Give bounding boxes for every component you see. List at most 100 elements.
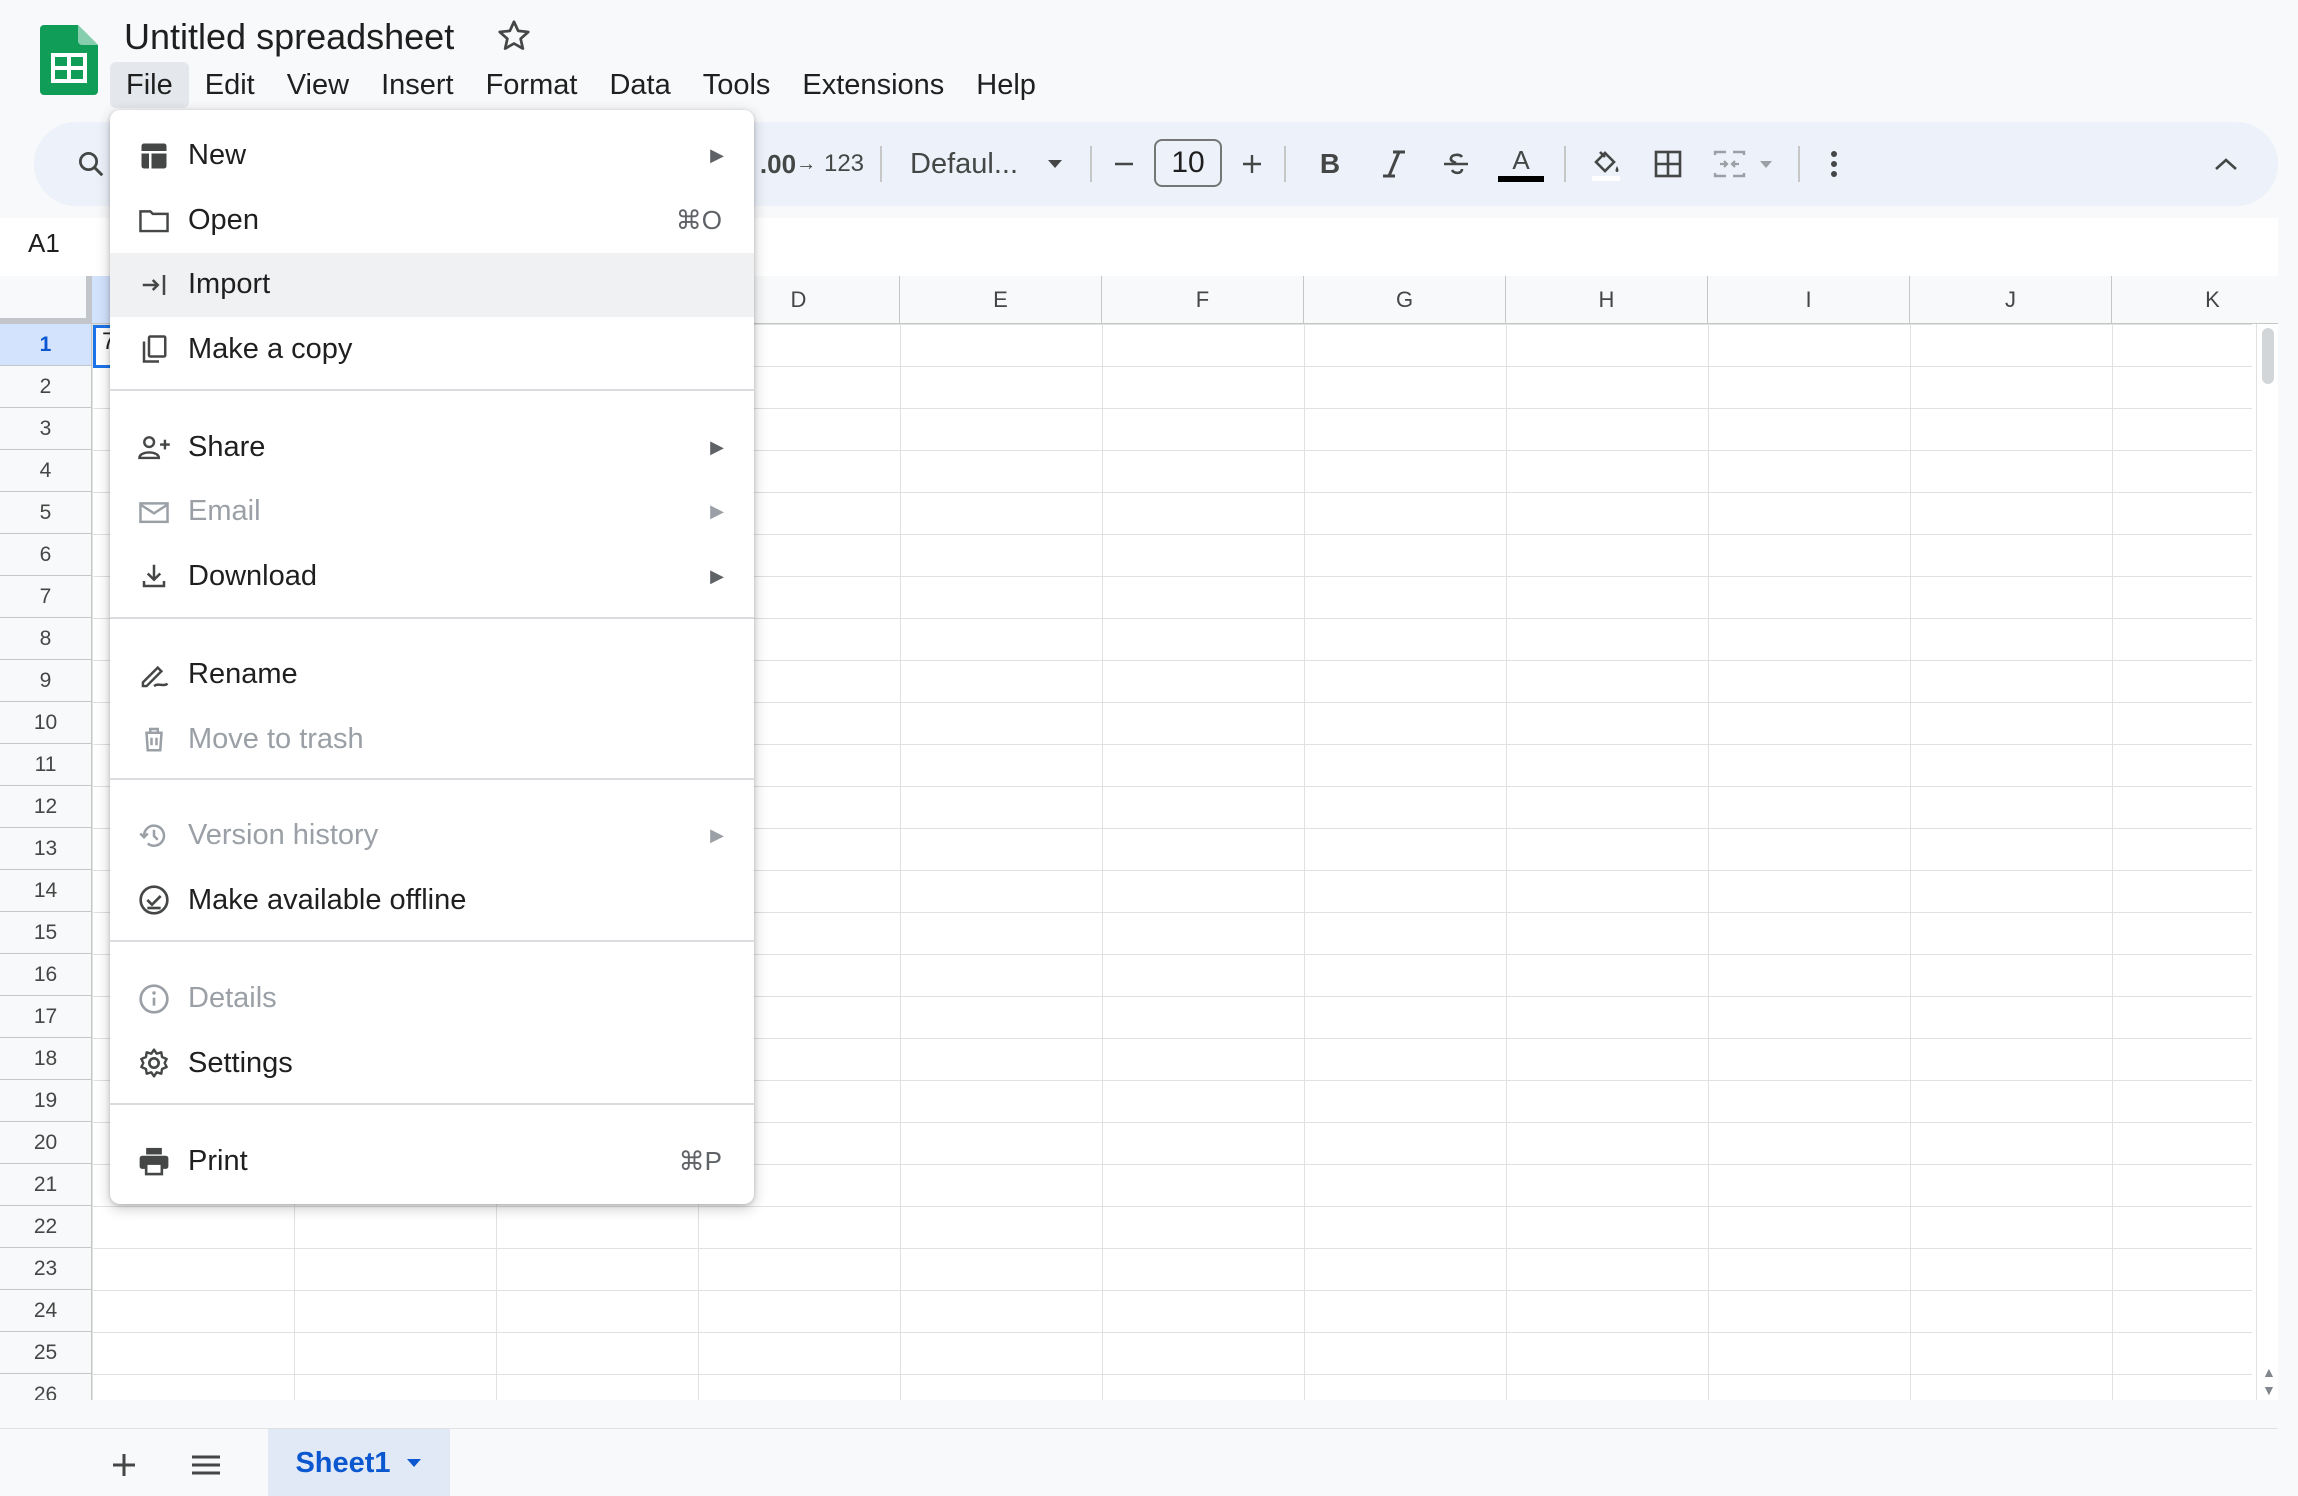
row-header-23[interactable]: 23 (0, 1248, 92, 1290)
name-box[interactable]: A1 (28, 228, 60, 259)
row-header-9[interactable]: 9 (0, 660, 92, 702)
file-menu-item-label: Import (188, 268, 271, 301)
person-add-icon (136, 429, 172, 465)
merge-cells-icon[interactable] (1710, 143, 1780, 185)
file-menu-item-email: Email ▶ (110, 480, 754, 544)
download-icon (136, 558, 172, 594)
submenu-arrow-icon: ▶ (710, 501, 724, 522)
file-menu-item-import[interactable]: Import (110, 252, 754, 317)
scroll-up-icon[interactable]: ▲ (2262, 1364, 2276, 1380)
scroll-down-icon[interactable]: ▼ (2262, 1382, 2276, 1398)
menu-data[interactable]: Data (593, 62, 686, 108)
row-header-12[interactable]: 12 (0, 786, 92, 828)
column-header-h[interactable]: H (1506, 276, 1708, 324)
row-header-15[interactable]: 15 (0, 912, 92, 954)
mail-icon (136, 494, 172, 530)
file-menu-item-open[interactable]: Open ⌘O (110, 188, 754, 252)
vertical-scroll-thumb[interactable] (2262, 328, 2274, 384)
file-menu-item-label: Version history (188, 819, 379, 852)
column-header-k[interactable]: K (2112, 276, 2278, 324)
row-header-18[interactable]: 18 (0, 1038, 92, 1080)
toolbar-divider (1284, 146, 1286, 182)
row-header-6[interactable]: 6 (0, 534, 92, 576)
add-sheet-icon[interactable] (104, 1445, 144, 1485)
row-header-4[interactable]: 4 (0, 450, 92, 492)
document-title[interactable]: Untitled spreadsheet (124, 16, 454, 58)
file-menu-item-print[interactable]: Print ⌘P (110, 1129, 754, 1193)
row-header-26[interactable]: 26 (0, 1374, 92, 1400)
row-header-11[interactable]: 11 (0, 744, 92, 786)
sheet-tab-caret-icon[interactable] (405, 1457, 423, 1469)
file-menu-item-make-available-offline[interactable]: Make available offline (110, 868, 754, 932)
number-format-button[interactable]: 123 (816, 143, 872, 185)
file-menu-item-label: New (188, 139, 247, 172)
increase-decimal-button[interactable]: .00 → (756, 143, 820, 185)
file-menu-dropdown: New ▶ Open ⌘O Import Make a copy Share ▶ Email ▶ D… (110, 110, 754, 1204)
row-header-8[interactable]: 8 (0, 618, 92, 660)
menu-tools[interactable]: Tools (687, 62, 787, 108)
star-icon[interactable] (496, 18, 532, 54)
menu-extensions[interactable]: Extensions (786, 62, 960, 108)
font-dropdown-caret-icon[interactable] (1040, 143, 1070, 185)
column-header-e[interactable]: E (900, 276, 1102, 324)
menu-help[interactable]: Help (960, 62, 1052, 108)
toolbar-divider (1090, 146, 1092, 182)
row-header-21[interactable]: 21 (0, 1164, 92, 1206)
row-header-10[interactable]: 10 (0, 702, 92, 744)
row-header-5[interactable]: 5 (0, 492, 92, 534)
column-header-f[interactable]: F (1102, 276, 1304, 324)
search-menus-icon[interactable] (70, 143, 112, 185)
column-header-g[interactable]: G (1304, 276, 1506, 324)
file-menu-item-label: Email (188, 495, 261, 528)
folder-icon (136, 202, 172, 238)
row-header-22[interactable]: 22 (0, 1206, 92, 1248)
collapse-toolbar-icon[interactable] (2206, 143, 2246, 185)
all-sheets-menu-icon[interactable] (186, 1445, 226, 1485)
strikethrough-icon[interactable] (1436, 143, 1476, 185)
row-header-2[interactable]: 2 (0, 366, 92, 408)
file-menu-item-settings[interactable]: Settings (110, 1031, 754, 1095)
row-header-16[interactable]: 16 (0, 954, 92, 996)
font-family-select[interactable]: Defaul... (910, 142, 1018, 186)
select-all-corner[interactable] (0, 276, 92, 324)
menu-view[interactable]: View (271, 62, 365, 108)
vertical-scrollbar[interactable]: ▲ ▼ (2256, 324, 2278, 1400)
sheet-tab[interactable]: Sheet1 (268, 1429, 450, 1496)
row-header-19[interactable]: 19 (0, 1080, 92, 1122)
italic-icon[interactable] (1374, 143, 1414, 185)
decrease-font-size-icon[interactable] (1104, 143, 1144, 185)
text-color-button[interactable]: A (1494, 143, 1548, 185)
menu-edit[interactable]: Edit (189, 62, 271, 108)
file-menu-item-label: Print (188, 1144, 248, 1177)
bold-icon[interactable]: B (1310, 143, 1350, 185)
row-header-17[interactable]: 17 (0, 996, 92, 1038)
row-header-7[interactable]: 7 (0, 576, 92, 618)
menu-format[interactable]: Format (470, 62, 594, 108)
borders-icon[interactable] (1646, 143, 1690, 185)
arrow-right-icon: → (796, 152, 817, 175)
row-header-3[interactable]: 3 (0, 408, 92, 450)
file-menu-item-download[interactable]: Download ▶ (110, 544, 754, 608)
sheets-logo-icon[interactable] (40, 25, 98, 95)
font-size-input[interactable]: 10 (1154, 139, 1222, 187)
file-menu-item-new[interactable]: New ▶ (110, 124, 754, 188)
file-menu-item-make-a-copy[interactable]: Make a copy (110, 317, 754, 381)
file-menu-item-version-history: Version history ▶ (110, 804, 754, 868)
menu-insert[interactable]: Insert (365, 62, 470, 108)
info-icon (136, 981, 172, 1017)
more-options-icon[interactable] (1814, 143, 1854, 185)
column-header-i[interactable]: I (1708, 276, 1910, 324)
file-menu-item-share[interactable]: Share ▶ (110, 415, 754, 479)
row-header-25[interactable]: 25 (0, 1332, 92, 1374)
menu-file[interactable]: File (110, 62, 189, 108)
fill-color-icon[interactable] (1582, 143, 1630, 185)
increase-font-size-icon[interactable] (1232, 143, 1272, 185)
row-header-20[interactable]: 20 (0, 1122, 92, 1164)
row-header-13[interactable]: 13 (0, 828, 92, 870)
file-menu-item-rename[interactable]: Rename (110, 643, 754, 707)
column-header-j[interactable]: J (1910, 276, 2112, 324)
row-header-1[interactable]: 1 (0, 324, 92, 366)
keyboard-shortcut: ⌘P (678, 1145, 722, 1176)
row-header-24[interactable]: 24 (0, 1290, 92, 1332)
row-header-14[interactable]: 14 (0, 870, 92, 912)
